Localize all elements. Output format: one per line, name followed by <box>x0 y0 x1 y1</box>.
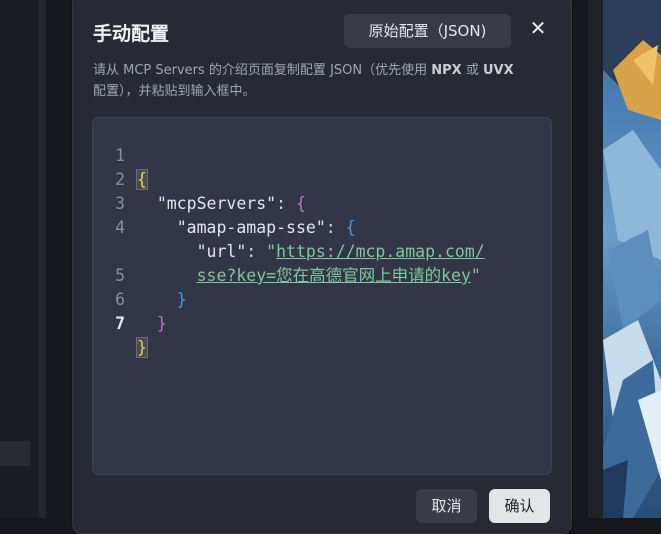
editor-line: 6 } <box>93 264 167 333</box>
raw-config-button[interactable]: 原始配置（JSON) <box>344 14 511 48</box>
description-suffix: 配置），并粘贴到输入框中。 <box>93 84 256 99</box>
json-key: "amap-amap-sse" <box>176 218 326 237</box>
editor-line: 2 "mcpServers": { <box>93 144 306 213</box>
background-divider <box>38 0 46 518</box>
close-brace: } <box>136 337 148 358</box>
json-key: "url" <box>196 242 247 261</box>
editor-line: 4 "url": "https://mcp.amap.com/ <box>93 192 485 261</box>
url-link[interactable]: https://mcp.amap.com/ <box>276 242 485 261</box>
json-key: "mcpServers" <box>156 194 277 213</box>
editor-line-wrap: sse?key=您在高德官网上申请的key" <box>196 266 481 285</box>
description-or: 或 <box>461 63 483 78</box>
description-npx: NPX <box>431 63 462 78</box>
brace: } <box>156 314 167 333</box>
brace: { <box>295 194 306 213</box>
dialog-title: 手动配置 <box>93 23 170 45</box>
close-icon[interactable]: ✕ <box>527 17 549 39</box>
manual-config-dialog: 手动配置 原始配置（JSON) ✕ 请从 MCP Servers 的介绍页面复制… <box>72 0 572 534</box>
url-link[interactable]: sse?key=您在高德官网上申请的key <box>197 266 471 285</box>
background-divider-right <box>588 0 603 518</box>
line-number-active: 7 <box>115 314 125 333</box>
background-artwork <box>603 0 661 518</box>
json-editor[interactable]: 1 { 2 "mcpServers": { 3 "amap-amap-sse":… <box>92 117 552 475</box>
dialog-description: 请从 MCP Servers 的介绍页面复制配置 JSON（优先使用 NPX 或… <box>93 60 563 102</box>
brace: { <box>345 218 356 237</box>
editor-line: 3 "amap-amap-sse": { <box>93 168 356 237</box>
description-uvx: UVX <box>482 63 514 78</box>
description-prefix: 请从 MCP Servers 的介绍页面复制配置 JSON（优先使用 <box>93 63 432 78</box>
editor-line: 1 { <box>93 120 153 190</box>
background-list-item <box>0 441 30 466</box>
brace: } <box>176 290 187 309</box>
editor-line: 5 } <box>93 240 187 309</box>
editor-line: 7 } <box>93 288 153 358</box>
